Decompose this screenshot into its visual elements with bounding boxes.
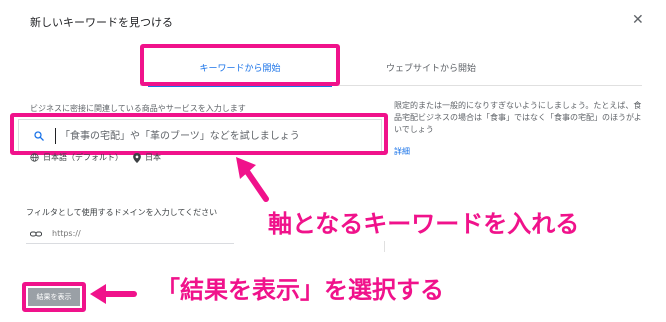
keyword-hint-text: 限定的または一般的になりすぎないようにしましょう。たとえば、食品宅配ビジネスの場…: [394, 101, 642, 134]
annotation-button: 「結果を表示」を選択する: [150, 268, 450, 307]
dialog-title: 新しいキーワードを見つける: [30, 16, 173, 29]
tab-start-with-website[interactable]: ウェブサイトから開始: [340, 48, 522, 86]
highlight-button-frame: [22, 282, 86, 312]
link-icon: [30, 231, 42, 236]
location-pin-icon: [133, 152, 141, 163]
arrow-to-button-icon: [90, 284, 137, 304]
keyword-dialog: 新しいキーワードを見つける ✕ キーワードから開始 ウェブサイトから開始 ビジネ…: [0, 0, 666, 322]
language-location-row: 日本語（デフォルト） 日本: [30, 152, 161, 163]
highlight-tab-frame: [140, 44, 340, 86]
globe-icon: [30, 153, 39, 162]
highlight-search-frame: [10, 113, 388, 155]
domain-filter-label: フィルタとして使用するドメインを入力してください: [26, 208, 218, 217]
annotation-keyword: 軸となるキーワードを入れる: [262, 202, 586, 241]
details-link[interactable]: 詳細: [394, 146, 410, 157]
language-selector[interactable]: 日本語（デフォルト）: [43, 152, 123, 163]
domain-filter-input[interactable]: [52, 229, 202, 238]
arrow-to-search-icon: [236, 157, 269, 202]
close-icon[interactable]: ✕: [632, 12, 644, 28]
location-selector[interactable]: 日本: [145, 152, 161, 163]
domain-filter-field[interactable]: [26, 224, 234, 244]
